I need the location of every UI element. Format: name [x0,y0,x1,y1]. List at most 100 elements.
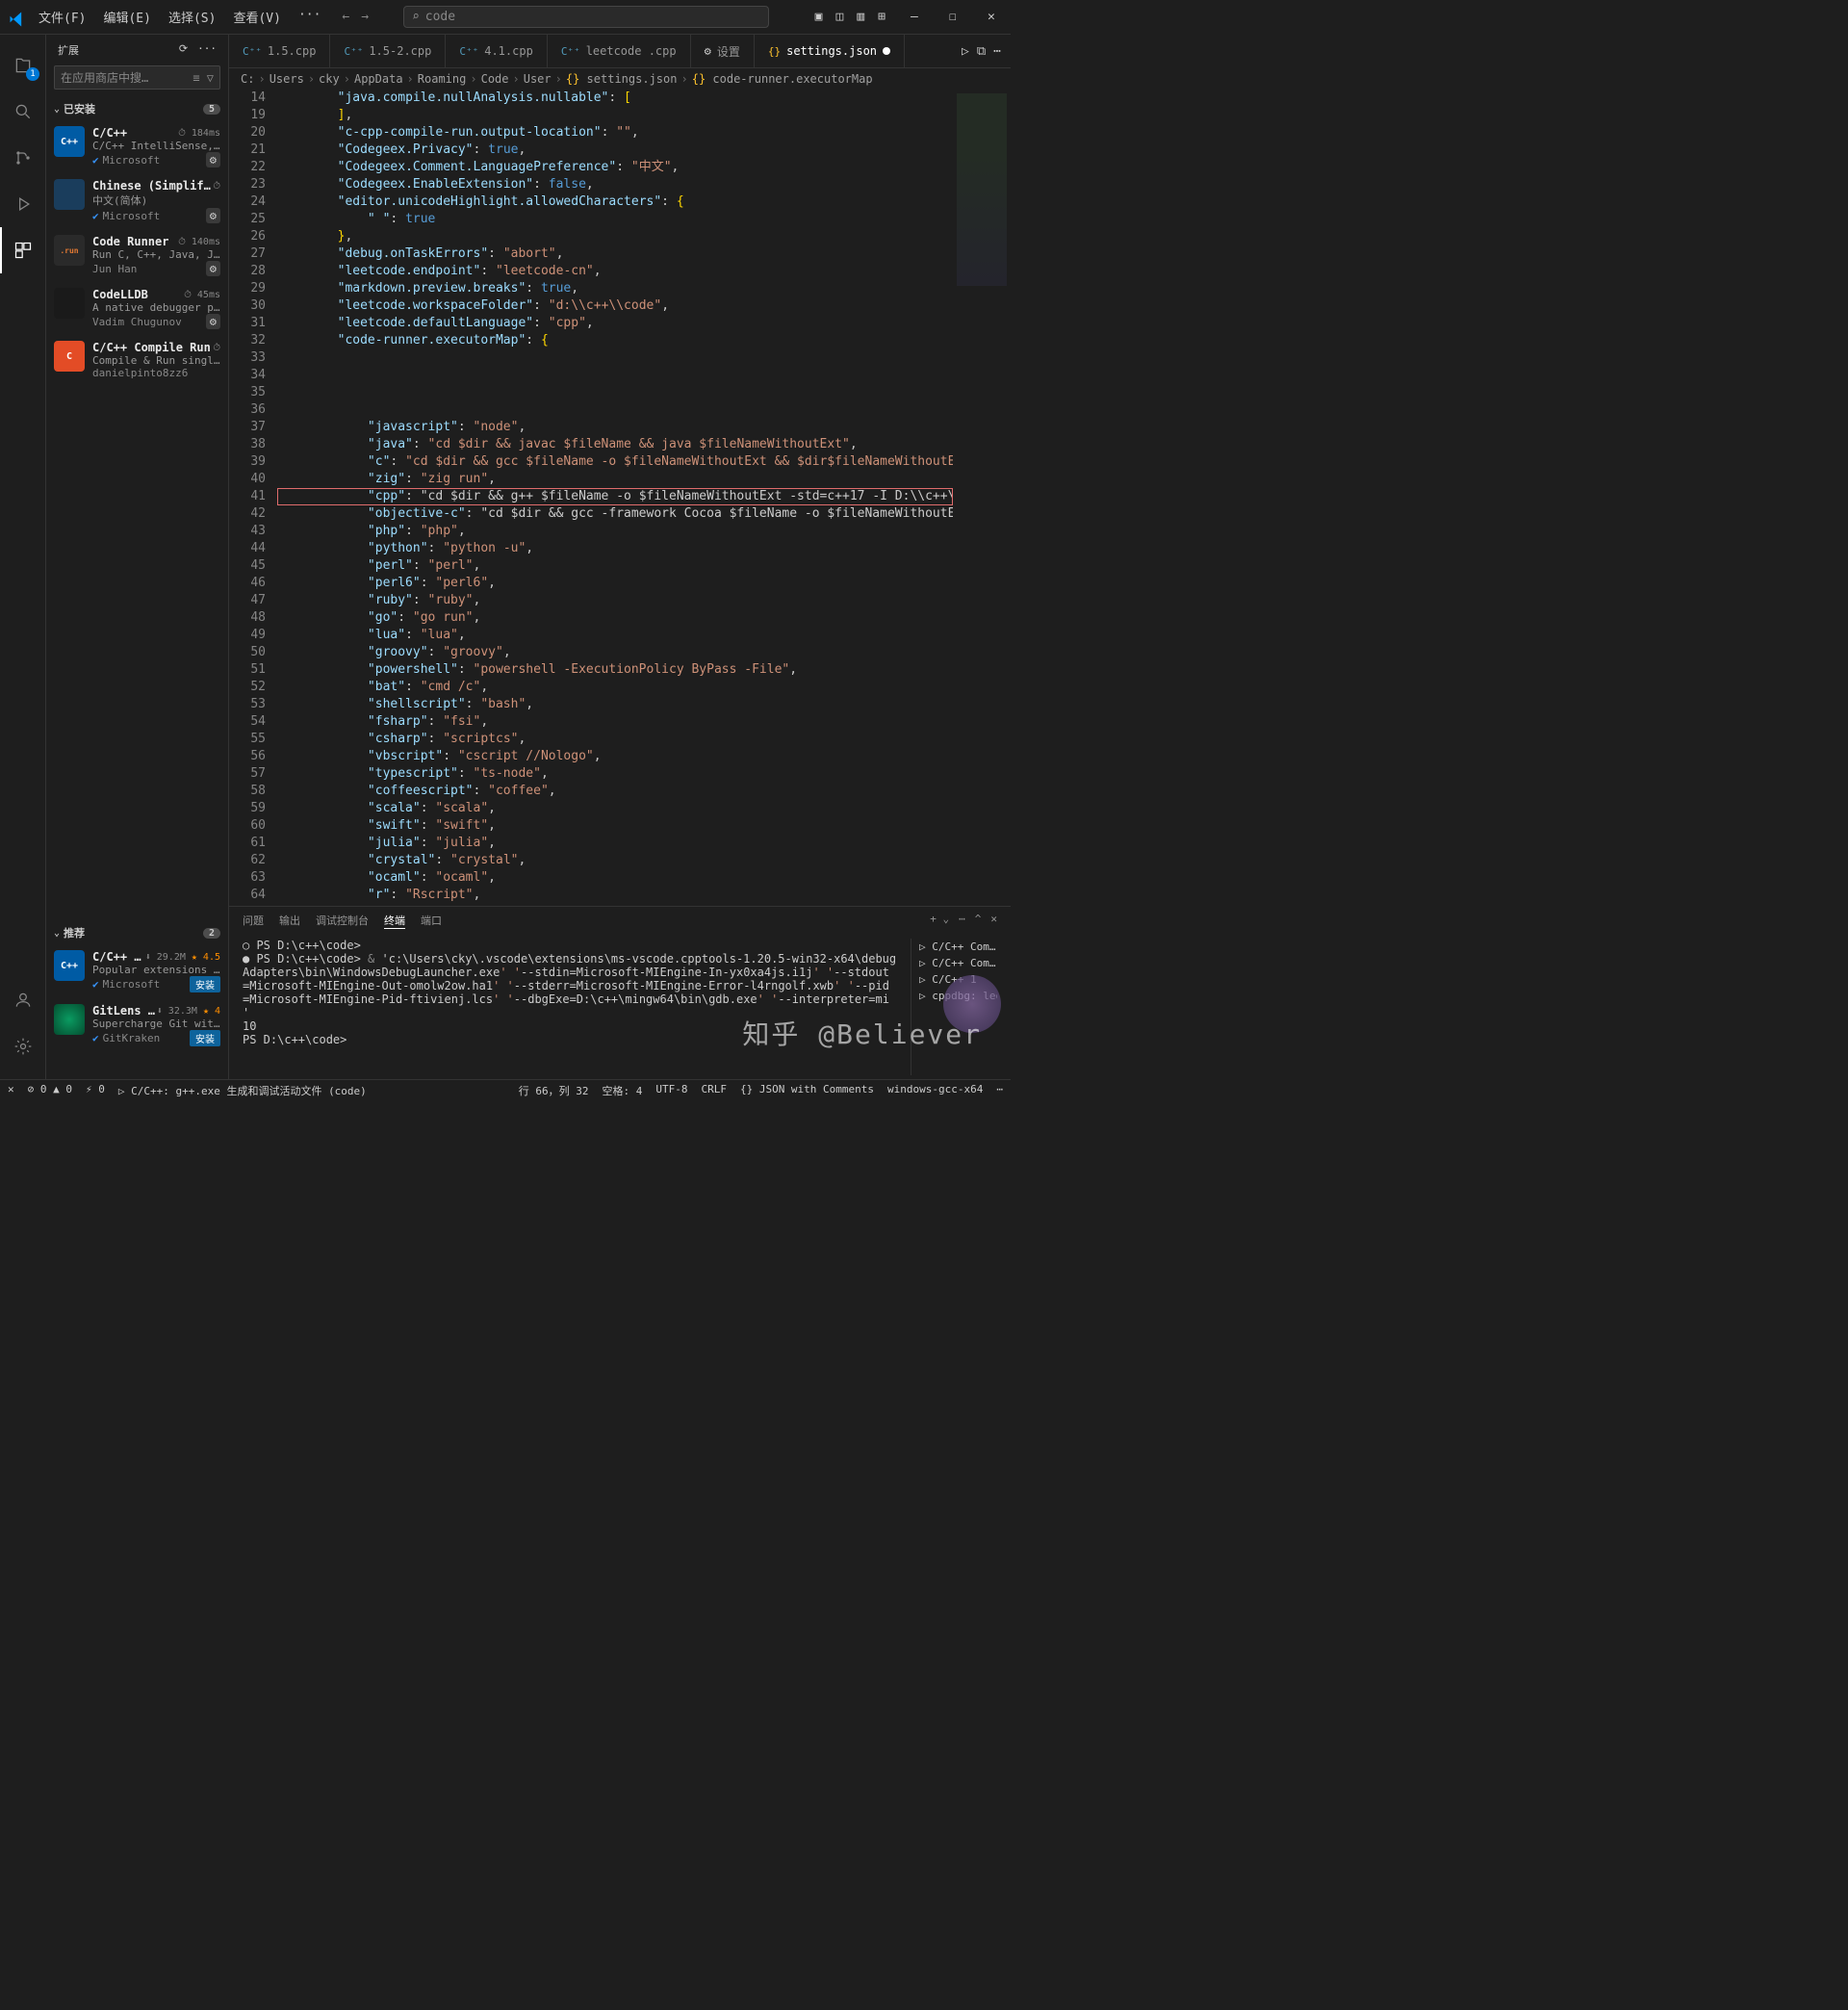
maximize-icon[interactable]: ^ [975,913,982,929]
watermark: 知乎 @Believer [742,1014,982,1052]
menu-item[interactable]: 编辑(E) [95,4,158,30]
search-icon[interactable] [0,89,45,135]
split-icon[interactable]: ⧉ [977,44,986,59]
gear-icon[interactable]: ⚙ [206,208,220,223]
layout-icon[interactable]: ⊞ [874,6,889,28]
window-control[interactable]: — [895,2,934,32]
editor-tab[interactable]: C⁺⁺1.5.cpp [229,35,330,67]
panel-tab[interactable]: 问题 [243,913,264,929]
status-item[interactable]: UTF-8 [655,1083,687,1098]
extension-item[interactable]: Chinese (Simplified) (…⏱ 中文(简体) ✔Microso… [46,173,228,229]
sidebar-title: 扩展 [58,42,79,58]
run-icon[interactable]: ▷ [962,44,969,59]
extension-item[interactable]: GitLens …⬇ 32.3M ★ 4 Supercharge Git wit… [46,998,228,1052]
editor-tab[interactable]: ⚙设置 [691,35,755,67]
terminal-instance[interactable]: ▷ C/C++ Com… [919,939,997,955]
settings-icon[interactable] [0,1023,45,1069]
ext-search[interactable]: 在应用商店中搜…≡ ▽ [54,65,220,90]
add-icon[interactable]: + ⌄ [930,913,949,929]
statusbar: ✕ ⊘ 0 ▲ 0 ⚡ 0 ▷ C/C++: g++.exe 生成和调试活动文件 (c… [0,1079,1011,1100]
installed-section[interactable]: ⌄已安装5 [46,97,228,120]
install-button[interactable]: 安装 [190,1030,220,1046]
more-icon[interactable]: ··· [197,42,217,58]
menu-item[interactable]: 文件(F) [31,4,93,30]
ext-icon: C [54,341,85,372]
layout-icon[interactable]: ▣ [811,6,827,28]
search-text: code [425,10,455,24]
status-item[interactable]: ✕ [8,1083,14,1098]
status-item[interactable]: ▷ C/C++: g++.exe 生成和调试活动文件 (code) [118,1083,367,1098]
extension-item[interactable]: C C/C++ Compile Run⏱ Compile & Run singl… [46,335,228,385]
menu-item[interactable]: 选择(S) [161,4,223,30]
install-button[interactable]: 安装 [190,976,220,992]
command-center[interactable]: ⌕ code [403,6,769,28]
extension-item[interactable]: C++ C/C++ …⬇ 29.2M ★ 4.5 Popular extensi… [46,944,228,998]
sidebar: 扩展 ⟳ ··· 在应用商店中搜…≡ ▽ ⌄已安装5 C++ C/C++⏱ 184… [46,35,229,1079]
code-editor[interactable]: 1419202122232425262728293031323334353637… [229,90,1011,906]
status-item[interactable]: 空格: 4 [602,1083,642,1098]
editor-tab[interactable]: {}settings.json [755,35,905,67]
status-item[interactable]: ⊘ 0 ▲ 0 [28,1083,72,1098]
refresh-icon[interactable]: ⟳ [179,42,188,58]
tabs: C⁺⁺1.5.cppC⁺⁺1.5-2.cppC⁺⁺4.1.cppC⁺⁺leetc… [229,35,1011,68]
menubar: 文件(F)编辑(E)选择(S)查看(V)··· [31,4,328,30]
close-icon[interactable]: ✕ [990,913,997,929]
account-icon[interactable] [0,977,45,1023]
editor: C⁺⁺1.5.cppC⁺⁺1.5-2.cppC⁺⁺4.1.cppC⁺⁺leetc… [229,35,1011,1079]
window-controls: —☐✕ [895,2,1011,32]
ext-icon: C++ [54,126,85,157]
panel: 问题输出调试控制台终端端口 + ⌄ ⋯ ^ ✕ ○ PS D:\c++\code>● P… [229,906,1011,1079]
window-control[interactable]: ☐ [934,2,972,32]
ext-icon: C++ [54,950,85,981]
titlebar: 文件(F)编辑(E)选择(S)查看(V)··· ← → ⌕ code ▣ ◫ ▥… [0,0,1011,35]
breadcrumbs[interactable]: C:›Users›cky›AppData›Roaming›Code›User›{… [229,68,1011,90]
editor-tab[interactable]: C⁺⁺1.5-2.cpp [330,35,446,67]
gear-icon[interactable]: ⚙ [206,152,220,168]
terminal[interactable]: ○ PS D:\c++\code>● PS D:\c++\code> & 'c:… [229,935,1011,1079]
scm-icon[interactable] [0,135,45,181]
panel-tabs: 问题输出调试控制台终端端口 + ⌄ ⋯ ^ ✕ [229,907,1011,935]
ext-icon [54,1004,85,1035]
vscode-icon [8,10,23,25]
panel-tab[interactable]: 终端 [384,913,405,929]
status-item[interactable]: ⋯ [996,1083,1003,1098]
panel-tab[interactable]: 调试控制台 [316,913,369,929]
explorer-icon[interactable]: 1 [0,42,45,89]
ext-icon [54,288,85,319]
gear-icon[interactable]: ⚙ [206,261,220,276]
layout-controls: ▣ ◫ ▥ ⊞ [811,6,895,28]
extension-item[interactable]: C++ C/C++⏱ 184ms C/C++ IntelliSense, de…… [46,120,228,173]
forward-icon[interactable]: → [357,6,372,28]
more-icon[interactable]: ⋯ [959,913,965,929]
extension-item[interactable]: CodeLLDB⏱ 45ms A native debugger pow… Va… [46,282,228,335]
menu-item[interactable]: ··· [291,4,328,30]
recommended-section[interactable]: ⌄推荐2 [46,921,228,944]
menu-item[interactable]: 查看(V) [225,4,288,30]
status-item[interactable]: ⚡ 0 [86,1083,105,1098]
status-item[interactable]: 行 66，列 32 [519,1083,589,1098]
activitybar: 1 [0,35,46,1079]
back-icon[interactable]: ← [338,6,353,28]
ext-icon [54,179,85,210]
status-item[interactable]: CRLF [701,1083,727,1098]
badge: 1 [26,67,39,81]
minimap[interactable] [953,90,1011,906]
more-icon[interactable]: ⋯ [993,44,1001,59]
debug-icon[interactable] [0,181,45,227]
status-item[interactable]: windows-gcc-x64 [887,1083,983,1098]
layout-icon[interactable]: ▥ [853,6,868,28]
panel-tab[interactable]: 输出 [279,913,300,929]
nav-arrows: ← → [338,6,372,28]
editor-tab[interactable]: C⁺⁺4.1.cpp [446,35,547,67]
filter-icon[interactable]: ≡ ▽ [192,71,214,85]
panel-tab[interactable]: 端口 [421,913,442,929]
search-icon: ⌕ [412,10,420,24]
extensions-icon[interactable] [0,227,45,273]
gear-icon[interactable]: ⚙ [206,314,220,329]
status-item[interactable]: {} JSON with Comments [740,1083,874,1098]
extension-item[interactable]: .run Code Runner⏱ 140ms Run C, C++, Java… [46,229,228,282]
layout-icon[interactable]: ◫ [832,6,847,28]
editor-tab[interactable]: C⁺⁺leetcode .cpp [548,35,691,67]
terminal-instance[interactable]: ▷ C/C++ Com… [919,955,997,971]
window-control[interactable]: ✕ [972,2,1011,32]
